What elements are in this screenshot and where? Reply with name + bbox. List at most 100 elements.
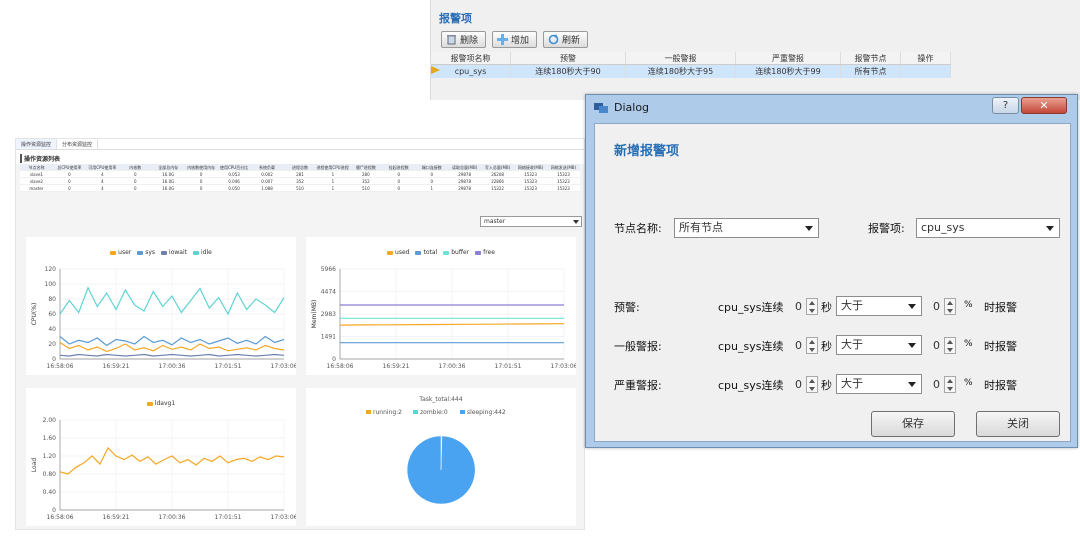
- trash-icon: [446, 34, 457, 45]
- x-tick-label: 17:03:06: [271, 363, 296, 370]
- spin-arrows-icon[interactable]: [806, 376, 818, 393]
- column-header[interactable]: 内核数: [119, 164, 152, 170]
- column-header[interactable]: 全部总内存: [152, 164, 185, 170]
- y-tick-label: 60: [48, 311, 56, 318]
- column-header[interactable]: 报警项名称: [431, 52, 511, 64]
- close-button[interactable]: 关闭: [976, 411, 1060, 437]
- memory-chart: 5966 4474 2983 1491 016:58:06 16:59:21 17:00:3…: [311, 266, 576, 370]
- column-header[interactable]: 一般警报: [626, 52, 736, 64]
- spin-arrows-icon[interactable]: [806, 337, 818, 354]
- column-header[interactable]: 端口连接数: [415, 164, 448, 170]
- compare-operator-select[interactable]: 大于: [836, 335, 922, 355]
- column-header[interactable]: 严重警报: [736, 52, 841, 64]
- table-row[interactable]: slave1 0 4 0 16.0G 0 0.053 0.002 281 1 280 0 0 29878 2…: [20, 171, 580, 178]
- seconds-spinbox[interactable]: 0: [791, 375, 825, 394]
- node-name-select[interactable]: 所有节点: [674, 218, 819, 238]
- tab-distributed-monitor[interactable]: 分布资源监控: [57, 139, 99, 149]
- column-header[interactable]: 总CPU使用率: [53, 164, 86, 170]
- save-button[interactable]: 保存: [871, 411, 955, 437]
- column-header[interactable]: 读取总量(MB): [448, 164, 481, 170]
- add-button[interactable]: 增加: [492, 31, 538, 48]
- column-header[interactable]: 使用CPU百分比: [218, 164, 251, 170]
- column-header[interactable]: 操作: [901, 52, 951, 64]
- operation-cell[interactable]: [901, 65, 951, 78]
- table-cell: 0: [68, 172, 71, 177]
- legend-swatch: [366, 410, 371, 414]
- close-window-button[interactable]: ✕: [1021, 97, 1067, 114]
- dialog-titlebar[interactable]: Dialog ? ✕: [586, 95, 1077, 120]
- percent-label: %: [964, 378, 973, 388]
- node-name-value: 所有节点: [679, 221, 723, 234]
- column-header[interactable]: 内核数使用内存: [185, 164, 218, 170]
- table-cell: 0: [430, 172, 433, 177]
- chevron-down-icon: [908, 382, 916, 387]
- refresh-button-label: 刷新: [562, 36, 581, 46]
- y-axis-label: Mem(MB): [311, 300, 318, 329]
- table-cell: 0: [397, 172, 401, 177]
- add-button-label: 增加: [511, 36, 530, 46]
- column-header[interactable]: 挂起进程数: [382, 164, 415, 170]
- column-header[interactable]: 网络发送(MB): [547, 164, 580, 170]
- legend-label: zombie:0: [420, 409, 448, 416]
- seconds-spinbox[interactable]: 0: [791, 297, 825, 316]
- table-cell: 0.046: [228, 179, 240, 184]
- compare-operator-select[interactable]: 大于: [836, 296, 922, 316]
- threshold-value: 0: [933, 378, 940, 391]
- spin-arrows-icon[interactable]: [944, 337, 956, 354]
- dialog-heading: 新增报警项: [614, 144, 680, 159]
- column-header[interactable]: 进程使用CPU进程数: [316, 164, 349, 170]
- seconds-spinbox[interactable]: 0: [791, 336, 825, 355]
- column-header[interactable]: 系统负载: [251, 164, 284, 170]
- task-pie-chart: Task_total:444 running:2 zombie:0 sleeping:…: [366, 396, 506, 505]
- table-cell: 16.0G: [162, 172, 175, 177]
- column-header[interactable]: 网络接收(MB): [514, 164, 547, 170]
- table-cell: 0: [397, 186, 401, 191]
- dashboard-title: 操作资源列表: [20, 154, 60, 163]
- spin-arrows-icon[interactable]: [944, 376, 956, 393]
- legend-swatch: [460, 410, 465, 414]
- table-cell: 352: [362, 179, 370, 184]
- compare-operator-value: 大于: [841, 377, 863, 390]
- refresh-button[interactable]: 刷新: [543, 31, 589, 48]
- table-row[interactable]: slave2 0 4 0 16.0G 0 0.046 0.007 352 1 352 0 0 29878 2…: [20, 178, 580, 185]
- alert-item-select[interactable]: cpu_sys: [916, 218, 1060, 238]
- load-chart-panel: ldavg1 2.00 1.60 1.20 0.80 0.40 0 16:58:06 16:5…: [26, 388, 296, 526]
- help-button[interactable]: ?: [992, 97, 1019, 114]
- threshold-spinbox[interactable]: 0: [929, 336, 963, 355]
- alert-item-value: cpu_sys: [921, 221, 965, 234]
- column-header[interactable]: 僵尸进程数: [349, 164, 382, 170]
- spin-arrows-icon[interactable]: [806, 298, 818, 315]
- host-select[interactable]: master: [480, 216, 582, 227]
- window-icon: [594, 103, 608, 113]
- table-cell: 280: [362, 172, 370, 177]
- table-row[interactable]: master 0 4 0 16.0G 0 0.050 1.088 510 1 510 0 1 29878 1…: [20, 185, 580, 192]
- alarm-node-cell: 所有节点: [841, 65, 901, 78]
- column-header[interactable]: 报警节点: [841, 52, 901, 64]
- delete-button[interactable]: 删除: [441, 31, 487, 48]
- column-header[interactable]: 可用CPU使用率: [86, 164, 119, 170]
- chevron-down-icon: [1046, 226, 1054, 231]
- spin-arrows-icon[interactable]: [944, 298, 956, 315]
- threshold-spinbox[interactable]: 0: [929, 297, 963, 316]
- tab-operation-monitor[interactable]: 操作资源监控: [16, 139, 58, 149]
- threshold-spinbox[interactable]: 0: [929, 375, 963, 394]
- table-cell: 1: [331, 186, 335, 191]
- x-tick-label: 16:58:06: [47, 363, 74, 370]
- task-chart-panel: Task_total:444 running:2 zombie:0 sleeping:…: [306, 388, 576, 526]
- y-tick-label: 20: [48, 341, 56, 348]
- table-cell: 510: [362, 186, 370, 191]
- table-row[interactable]: cpu_sys 连续180秒大于90 连续180秒大于95 连续180秒大于99…: [431, 65, 951, 78]
- column-header[interactable]: 进程总数: [284, 164, 317, 170]
- x-tick-label: 17:00:36: [159, 514, 186, 521]
- compare-operator-select[interactable]: 大于: [836, 374, 922, 394]
- column-header[interactable]: 写入总量(MB): [481, 164, 514, 170]
- table-cell: 15323: [557, 172, 570, 177]
- table-cell: 1: [331, 179, 335, 184]
- column-header[interactable]: 节点名称: [20, 164, 53, 170]
- y-tick-label: 0.80: [43, 471, 57, 478]
- trigger-alarm-label: 时报警: [984, 379, 1017, 392]
- column-header[interactable]: 预警: [511, 52, 626, 64]
- alert-toolbar: 删除 增加 刷新: [441, 31, 589, 48]
- chevron-down-icon: [908, 343, 916, 348]
- x-tick-label: 17:01:51: [495, 363, 522, 370]
